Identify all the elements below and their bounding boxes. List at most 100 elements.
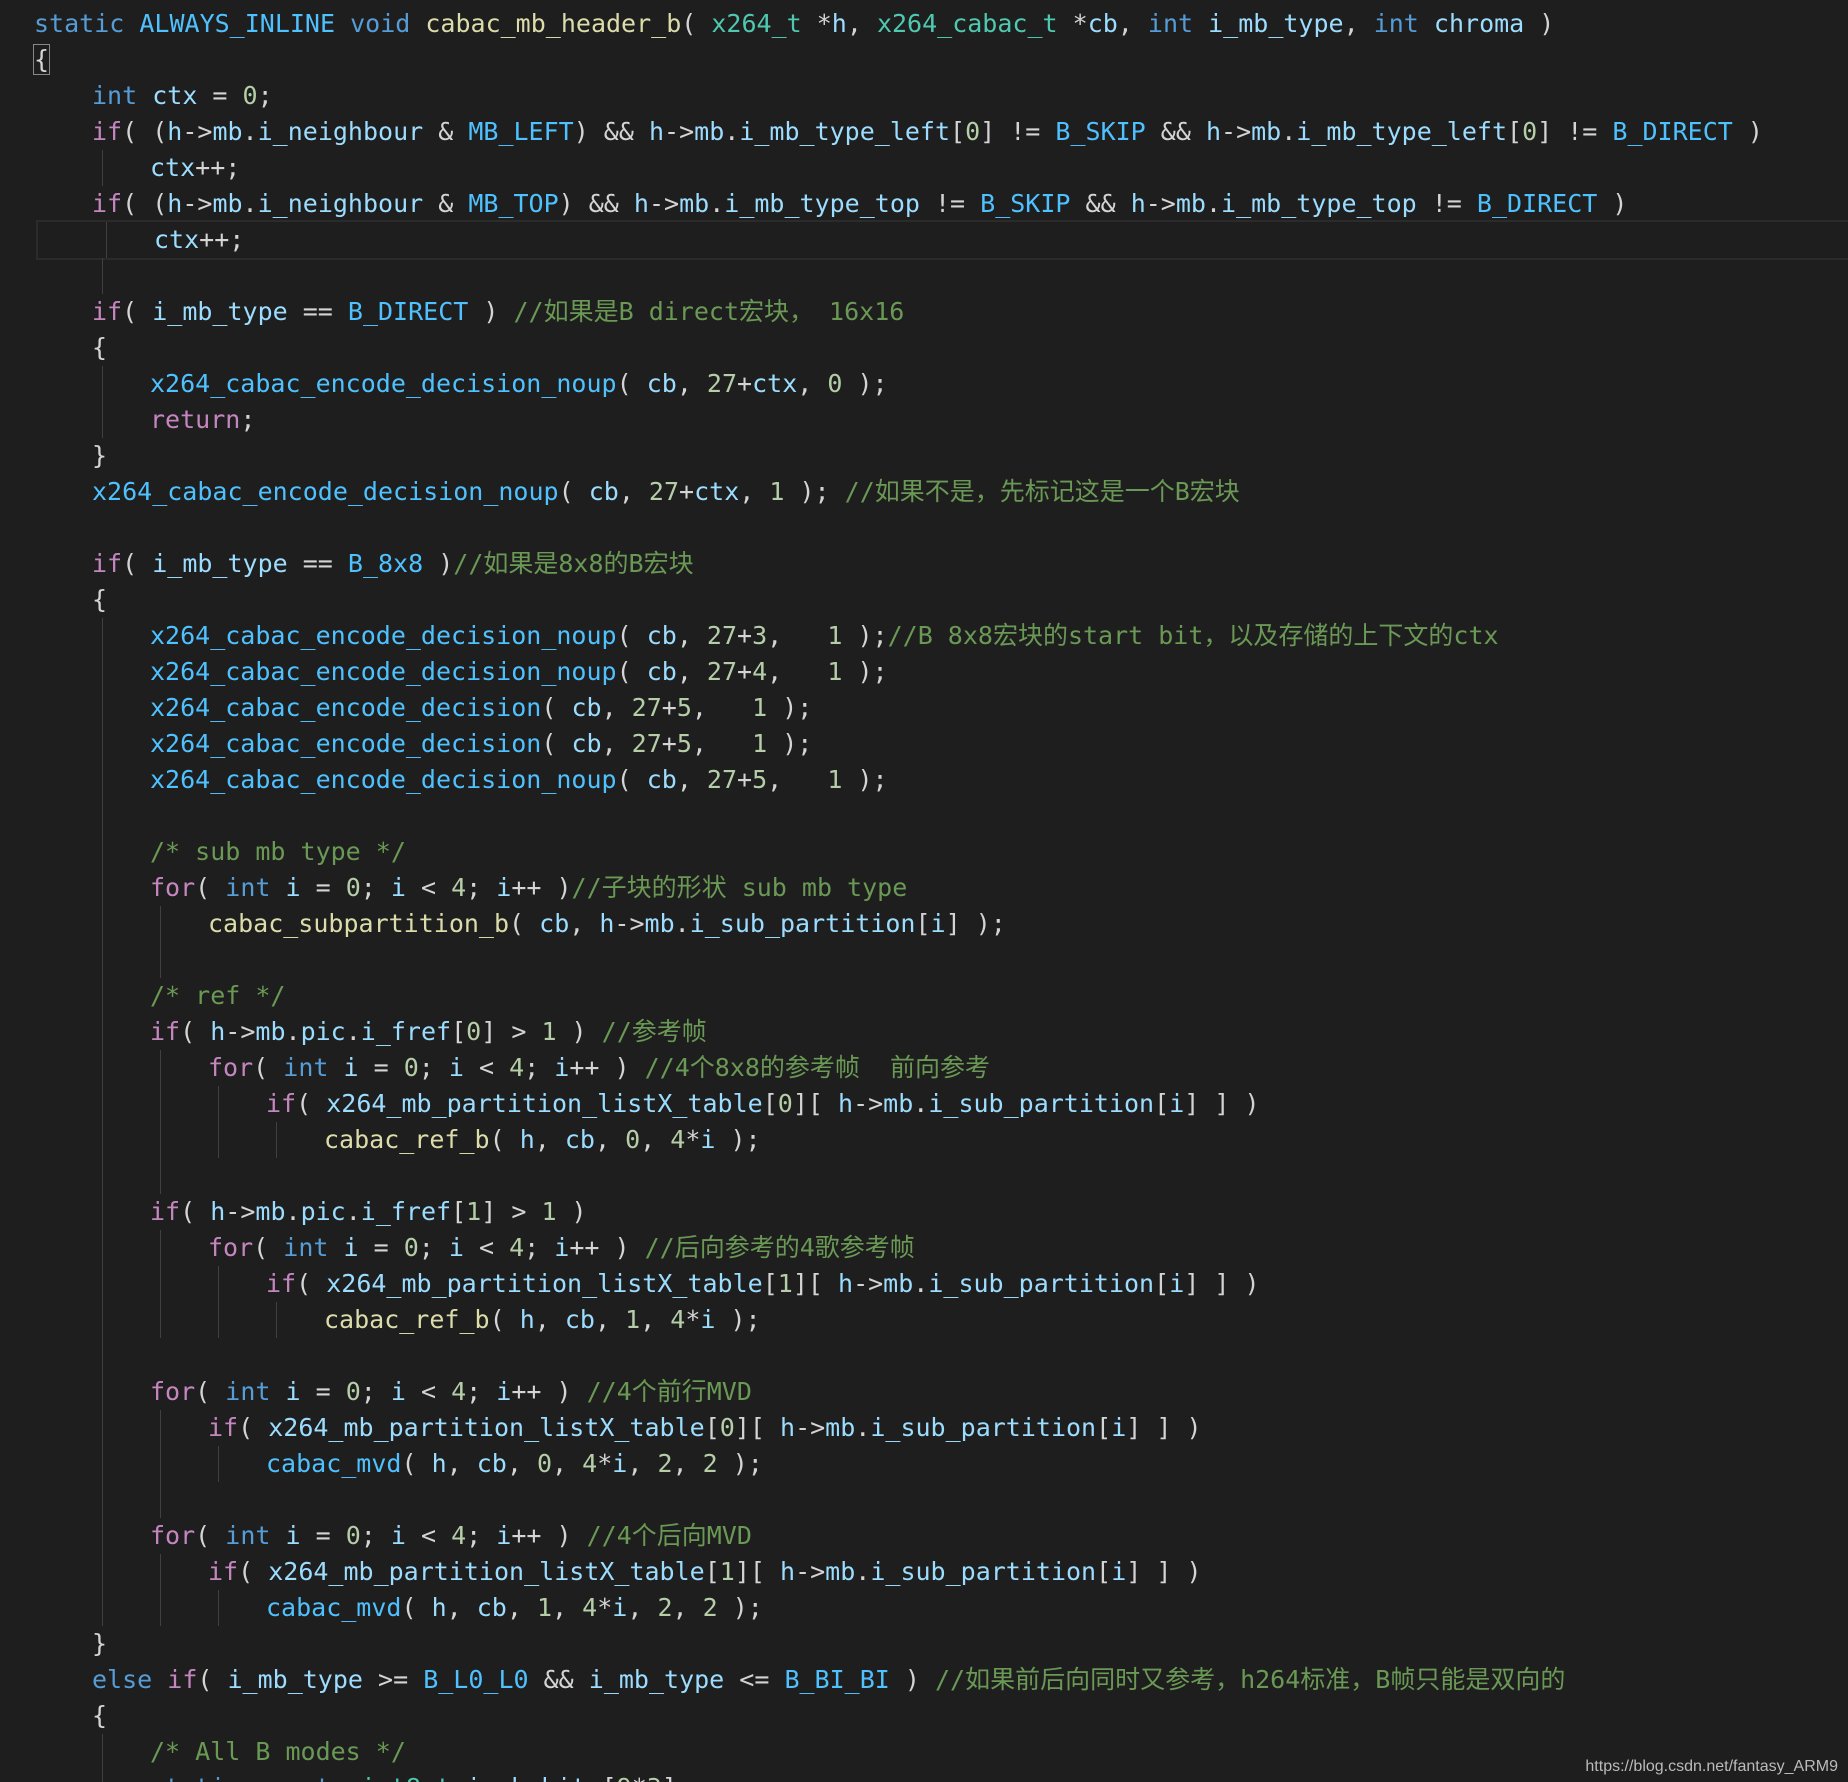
token-op: * [597, 1449, 613, 1478]
token-num: 1 [541, 1017, 557, 1046]
token-op: < [405, 873, 452, 902]
token-op: , [601, 729, 632, 758]
token-ctrl: for [150, 873, 196, 902]
indent-guide [160, 1158, 161, 1194]
code-line[interactable]: /* All B modes */ [34, 1734, 1848, 1770]
token-var: cb [571, 729, 602, 758]
code-line[interactable]: x264_cabac_encode_decision_noup( cb, 27+… [34, 618, 1848, 654]
code-line[interactable]: cabac_mvd( h, cb, 0, 4*i, 2, 2 ); [34, 1446, 1848, 1482]
code-line[interactable]: { [32, 42, 1848, 78]
token-ctrl: if [208, 1557, 239, 1586]
code-line[interactable]: ctx++; [36, 220, 1848, 260]
token-cmt: //如果前后向同时又参考，h264标准，B帧只能是双向的 [934, 1665, 1566, 1694]
token-var: i [448, 1233, 464, 1262]
code-line[interactable] [34, 942, 1848, 978]
token-op: ] [662, 1773, 677, 1782]
token-op: != [1416, 189, 1477, 218]
code-line[interactable]: static ALWAYS_INLINE void cabac_mb_heade… [34, 6, 1848, 42]
code-line[interactable]: if( i_mb_type == B_8x8 )//如果是8x8的B宏块 [34, 546, 1848, 582]
code-line[interactable]: } [34, 1626, 1848, 1662]
code-editor[interactable]: static ALWAYS_INLINE void cabac_mb_heade… [0, 0, 1848, 1782]
indent-guide [102, 690, 103, 726]
code-line[interactable] [34, 510, 1848, 546]
token-op: < [463, 1053, 510, 1082]
token-var: cb [476, 1593, 507, 1622]
code-line[interactable]: x264_cabac_encode_decision( cb, 27+5, 1 … [34, 726, 1848, 762]
indent-guide [102, 1446, 103, 1482]
token-op: + [737, 765, 753, 794]
code-line[interactable]: cabac_ref_b( h, cb, 0, 4*i ); [34, 1122, 1848, 1158]
code-line[interactable]: x264_cabac_encode_decision_noup( cb, 27+… [34, 366, 1848, 402]
code-line[interactable] [34, 1338, 1848, 1374]
code-line[interactable]: { [34, 582, 1848, 618]
token-var: i [612, 1449, 628, 1478]
code-line[interactable]: cabac_subpartition_b( cb, h->mb.i_sub_pa… [34, 906, 1848, 942]
token-ctrl: for [208, 1233, 254, 1262]
token-op: ); [717, 1449, 763, 1478]
code-line[interactable]: x264_cabac_encode_decision_noup( cb, 27+… [34, 654, 1848, 690]
code-line[interactable]: if( (h->mb.i_neighbour & MB_LEFT) && h->… [34, 114, 1848, 150]
code-line[interactable] [34, 258, 1848, 294]
code-line[interactable]: if( x264_mb_partition_listX_table[1][ h-… [34, 1266, 1848, 1302]
token-fn: cabac_subpartition_b [208, 909, 510, 938]
token-kw: int [283, 1233, 329, 1262]
token-var: h [831, 9, 847, 38]
token-num: 1 [536, 1593, 553, 1622]
token-op: ( [122, 549, 153, 578]
code-line[interactable]: ctx++; [34, 150, 1848, 186]
code-line[interactable]: if( (h->mb.i_neighbour & MB_TOP) && h->m… [34, 186, 1848, 222]
code-line[interactable]: for( int i = 0; i < 4; i++ ) //4个后向MVD [34, 1518, 1848, 1554]
token-num: 1 [827, 621, 843, 650]
token-op: < [405, 1521, 452, 1550]
code-line[interactable]: { [34, 330, 1848, 366]
code-line[interactable]: static const uint8_t i_mb_bits[9*3] [34, 1770, 1848, 1782]
code-line[interactable]: if( h->mb.pic.i_fref[0] > 1 ) //参考帧 [34, 1014, 1848, 1050]
token-op [1419, 9, 1434, 38]
token-ctrl: if [150, 1197, 181, 1226]
token-num: 0 [403, 1233, 419, 1262]
token-op: , [594, 1125, 626, 1154]
token-op [137, 81, 152, 110]
code-line[interactable]: for( int i = 0; i < 4; i++ ) //4个前行MVD [34, 1374, 1848, 1410]
token-num: 4 [451, 873, 467, 902]
token-op: * [685, 1125, 701, 1154]
code-line[interactable]: for( int i = 0; i < 4; i++ ) //后向参考的4歌参考… [34, 1230, 1848, 1266]
token-kw: const [255, 1773, 330, 1782]
indent-guide [218, 1302, 219, 1338]
code-line[interactable]: } [34, 438, 1848, 474]
code-line[interactable]: int ctx = 0; [34, 78, 1848, 114]
code-line[interactable]: x264_cabac_encode_decision_noup( cb, 27+… [34, 474, 1848, 510]
code-line[interactable]: cabac_mvd( h, cb, 1, 4*i, 2, 2 ); [34, 1590, 1848, 1626]
indent-guide [102, 834, 103, 870]
code-line[interactable]: if( x264_mb_partition_listX_table[0][ h-… [34, 1086, 1848, 1122]
token-op: [ [704, 1413, 720, 1442]
code-line[interactable]: for( int i = 0; i < 4; i++ ) //4个8x8的参考帧… [34, 1050, 1848, 1086]
indent-guide [102, 1518, 103, 1554]
code-line[interactable]: else if( i_mb_type >= B_L0_L0 && i_mb_ty… [34, 1662, 1848, 1698]
token-op: ( [195, 873, 226, 902]
code-line[interactable]: x264_cabac_encode_decision_noup( cb, 27+… [34, 762, 1848, 798]
code-line[interactable]: cabac_ref_b( h, cb, 1, 4*i ); [34, 1302, 1848, 1338]
token-mac: B_SKIP [1055, 117, 1146, 146]
code-line[interactable] [34, 798, 1848, 834]
code-line[interactable]: if( i_mb_type == B_DIRECT ) //如果是B direc… [34, 294, 1848, 330]
code-line[interactable]: return; [34, 402, 1848, 438]
token-op [270, 873, 285, 902]
code-line[interactable]: if( h->mb.pic.i_fref[1] > 1 ) [34, 1194, 1848, 1230]
token-var: cb [646, 765, 677, 794]
token-op: ] > [481, 1197, 542, 1226]
token-num: 0 [242, 81, 258, 110]
code-line[interactable]: for( int i = 0; i < 4; i++ )//子块的形状 sub … [34, 870, 1848, 906]
code-area[interactable]: static ALWAYS_INLINE void cabac_mb_heade… [32, 6, 1848, 1782]
code-line[interactable] [34, 1482, 1848, 1518]
code-line[interactable]: /* ref */ [34, 978, 1848, 1014]
indent-guide [160, 1446, 161, 1482]
token-op: , [1117, 9, 1148, 38]
code-line[interactable]: /* sub mb type */ [34, 834, 1848, 870]
code-line[interactable] [34, 1158, 1848, 1194]
code-line[interactable]: if( x264_mb_partition_listX_table[0][ h-… [34, 1410, 1848, 1446]
code-line[interactable]: x264_cabac_encode_decision( cb, 27+5, 1 … [34, 690, 1848, 726]
code-line[interactable]: if( x264_mb_partition_listX_table[1][ h-… [34, 1554, 1848, 1590]
token-var: mb [1251, 117, 1282, 146]
code-line[interactable]: { [34, 1698, 1848, 1734]
